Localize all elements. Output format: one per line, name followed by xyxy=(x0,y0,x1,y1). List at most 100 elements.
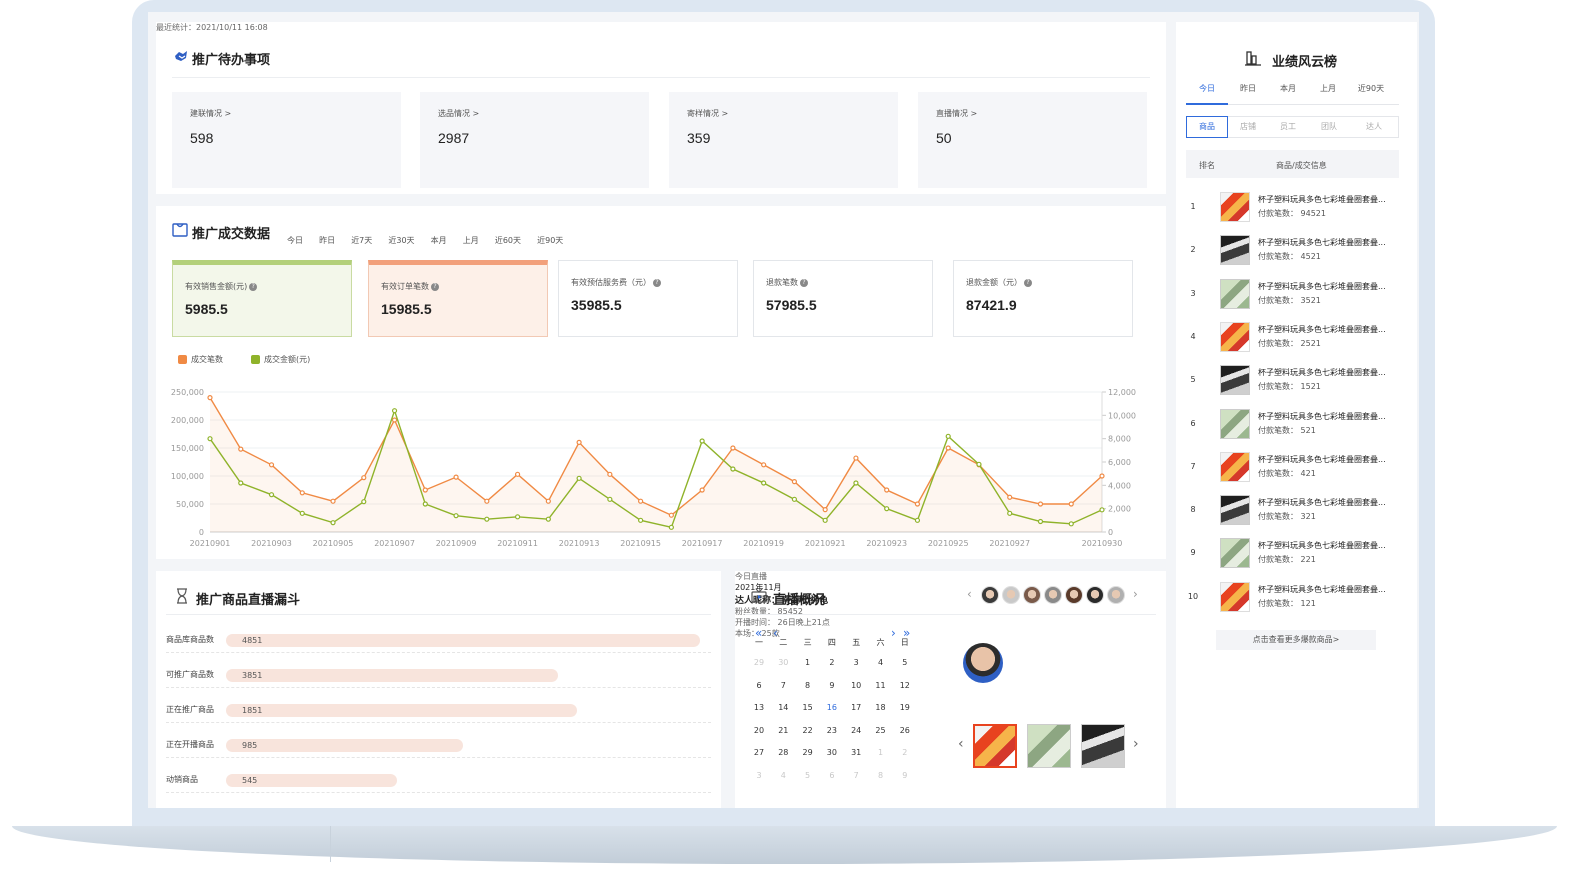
live-avatar[interactable] xyxy=(1023,586,1041,604)
tab-90days[interactable]: 近90天 xyxy=(537,236,563,245)
rank-row[interactable]: 3 杯子塑料玩具多色七彩堆叠圈套叠... 付款笔数： 3521 xyxy=(1186,278,1406,322)
calendar-day[interactable]: 1 xyxy=(869,748,893,757)
tab-today[interactable]: 今日 xyxy=(287,236,303,245)
tab-staff[interactable]: 员工 xyxy=(1268,117,1308,137)
calendar-day[interactable]: 28 xyxy=(771,748,795,757)
live-avatar[interactable] xyxy=(1002,586,1020,604)
rank-row[interactable]: 7 杯子塑料玩具多色七彩堆叠圈套叠... 付款笔数： 421 xyxy=(1186,451,1406,495)
todo-card-live[interactable]: 直播情况 > 50 xyxy=(918,92,1147,188)
tab-7days[interactable]: 近7天 xyxy=(351,236,372,245)
calendar-day[interactable]: 13 xyxy=(747,703,771,712)
kpi-sales-amount[interactable]: 有效销售金额(元)? 5985.5 xyxy=(172,260,352,337)
calendar-day[interactable]: 20 xyxy=(747,726,771,735)
rank-row[interactable]: 4 杯子塑料玩具多色七彩堆叠圈套叠... 付款笔数： 2521 xyxy=(1186,321,1406,365)
rank-row[interactable]: 2 杯子塑料玩具多色七彩堆叠圈套叠... 付款笔数： 4521 xyxy=(1186,235,1406,278)
calendar-day[interactable]: 24 xyxy=(844,726,868,735)
live-avatar[interactable] xyxy=(1086,586,1104,604)
calendar-day[interactable]: 3 xyxy=(747,771,771,780)
tab-90days[interactable]: 近90天 xyxy=(1348,83,1394,94)
legend-item-orders[interactable]: 成交笔数 xyxy=(178,354,223,365)
calendar-day[interactable]: 17 xyxy=(844,703,868,712)
live-avatar[interactable] xyxy=(1044,586,1062,604)
kpi-refund-count[interactable]: 退款笔数? 57985.5 xyxy=(753,260,933,337)
calendar-day[interactable]: 18 xyxy=(869,703,893,712)
todo-card-contact[interactable]: 建联情况 > 598 xyxy=(172,92,401,188)
todo-card-selection[interactable]: 选品情况 > 2987 xyxy=(420,92,649,188)
rank-row[interactable]: 9 杯子塑料玩具多色七彩堆叠圈套叠... 付款笔数： 221 xyxy=(1186,538,1406,581)
calendar-day[interactable]: 4 xyxy=(771,771,795,780)
rank-row[interactable]: 10 杯子塑料玩具多色七彩堆叠圈套叠... 付款笔数： 121 xyxy=(1186,581,1406,625)
tab-yesterday[interactable]: 昨日 xyxy=(319,236,335,245)
calendar-day[interactable]: 3 xyxy=(844,658,868,667)
calendar-day[interactable]: 14 xyxy=(771,703,795,712)
kpi-refund-amount[interactable]: 退款金额（元）? 87421.9 xyxy=(953,260,1133,337)
calendar-day[interactable]: 5 xyxy=(796,771,820,780)
tab-yesterday[interactable]: 昨日 xyxy=(1228,83,1268,94)
calendar-day[interactable]: 9 xyxy=(893,771,917,780)
rank-row[interactable]: 5 杯子塑料玩具多色七彩堆叠圈套叠... 付款笔数： 1521 xyxy=(1186,365,1406,408)
tab-talent[interactable]: 达人 xyxy=(1350,117,1398,137)
calendar-day[interactable]: 25 xyxy=(869,726,893,735)
rank-row[interactable]: 8 杯子塑料玩具多色七彩堆叠圈套叠... 付款笔数： 321 xyxy=(1186,495,1406,538)
calendar-day[interactable]: 7 xyxy=(771,681,795,690)
live-product-thumb[interactable] xyxy=(1081,724,1125,768)
calendar-day[interactable]: 31 xyxy=(844,748,868,757)
kpi-service-fee[interactable]: 有效预估服务费（元）? 35985.5 xyxy=(558,260,738,337)
help-icon[interactable]: ? xyxy=(800,278,808,287)
legend-item-amount[interactable]: 成交金额(元) xyxy=(251,354,310,365)
live-avatar[interactable] xyxy=(1065,586,1083,604)
product-prev-icon[interactable]: ‹ xyxy=(958,736,964,752)
calendar-day[interactable]: 29 xyxy=(747,658,771,667)
calendar-day[interactable]: 12 xyxy=(893,681,917,690)
calendar-day[interactable]: 30 xyxy=(820,748,844,757)
tab-60days[interactable]: 近60天 xyxy=(495,236,521,245)
rank-row[interactable]: 6 杯子塑料玩具多色七彩堆叠圈套叠... 付款笔数： 521 xyxy=(1186,408,1406,452)
live-avatar[interactable] xyxy=(981,586,999,604)
tab-product[interactable]: 商品 xyxy=(1186,116,1228,138)
calendar-day[interactable]: 16 xyxy=(820,703,844,712)
calendar-day[interactable]: 8 xyxy=(796,681,820,690)
live-product-thumb[interactable] xyxy=(1027,724,1071,768)
help-icon[interactable]: ? xyxy=(1024,278,1032,287)
help-icon[interactable]: ? xyxy=(653,278,661,287)
calendar-day[interactable]: 2 xyxy=(893,748,917,757)
todo-card-sample[interactable]: 寄样情况 > 359 xyxy=(669,92,898,188)
tab-last-month[interactable]: 上月 xyxy=(463,236,479,245)
calendar-day[interactable]: 30 xyxy=(771,658,795,667)
tab-this-month[interactable]: 本月 xyxy=(1268,83,1308,94)
calendar-day[interactable]: 2 xyxy=(820,658,844,667)
avatar-next-icon[interactable]: › xyxy=(1133,587,1138,601)
kpi-order-count[interactable]: 有效订单笔数? 15985.5 xyxy=(368,260,548,337)
calendar-day[interactable]: 7 xyxy=(844,771,868,780)
calendar-day[interactable]: 23 xyxy=(820,726,844,735)
tab-this-month[interactable]: 本月 xyxy=(431,236,447,245)
tab-last-month[interactable]: 上月 xyxy=(1308,83,1348,94)
calendar-day[interactable]: 5 xyxy=(893,658,917,667)
calendar-day[interactable]: 19 xyxy=(893,703,917,712)
calendar-day[interactable]: 6 xyxy=(820,771,844,780)
calendar-day[interactable]: 26 xyxy=(893,726,917,735)
help-icon[interactable]: ? xyxy=(431,282,439,291)
calendar-day[interactable]: 27 xyxy=(747,748,771,757)
calendar-day[interactable]: 22 xyxy=(796,726,820,735)
calendar-day[interactable]: 21 xyxy=(771,726,795,735)
rank-row[interactable]: 1 杯子塑料玩具多色七彩堆叠圈套叠... 付款笔数： 94521 xyxy=(1186,192,1406,235)
live-avatar[interactable] xyxy=(1107,586,1125,604)
tab-today[interactable]: 今日 xyxy=(1186,83,1228,105)
live-product-thumb[interactable] xyxy=(973,724,1017,768)
calendar-day[interactable]: 11 xyxy=(869,681,893,690)
tab-team[interactable]: 团队 xyxy=(1308,117,1350,137)
avatar-prev-icon[interactable]: ‹ xyxy=(967,587,972,601)
help-icon[interactable]: ? xyxy=(249,282,258,291)
calendar-day[interactable]: 8 xyxy=(869,771,893,780)
calendar-day[interactable]: 9 xyxy=(820,681,844,690)
calendar-day[interactable]: 6 xyxy=(747,681,771,690)
talent-avatar[interactable] xyxy=(963,643,1003,683)
product-next-icon[interactable]: › xyxy=(1133,736,1139,752)
calendar-day[interactable]: 4 xyxy=(869,658,893,667)
tab-30days[interactable]: 近30天 xyxy=(388,236,414,245)
tab-shop[interactable]: 店铺 xyxy=(1228,117,1268,137)
calendar-day[interactable]: 29 xyxy=(796,748,820,757)
calendar-day[interactable]: 15 xyxy=(796,703,820,712)
more-products-button[interactable]: 点击查看更多爆款商品> xyxy=(1216,630,1376,650)
